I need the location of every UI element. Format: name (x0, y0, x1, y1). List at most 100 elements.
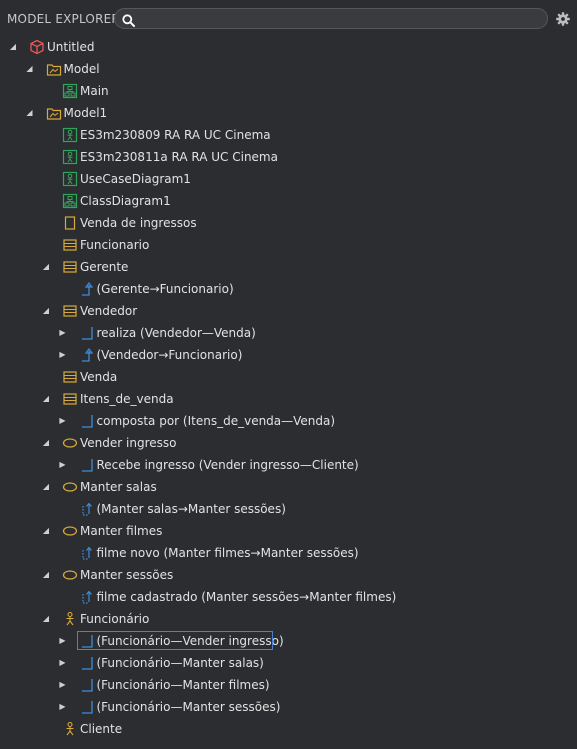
tree-item-label: composta por (Itens_de_venda—Venda) (96, 414, 336, 428)
class-icon (62, 259, 78, 275)
usecase-diagram-icon (62, 171, 78, 187)
tree-item-label: realiza (Vendedor—Venda) (96, 326, 256, 340)
tree-item[interactable]: ◢ Funcionário (0, 608, 577, 630)
expand-toggle-icon[interactable]: ▶ (57, 344, 69, 366)
expand-toggle-icon[interactable]: ▶ (57, 652, 69, 674)
dependency-icon (79, 589, 95, 605)
tree-item-label: Main (80, 84, 109, 98)
tree-item-label: ES3m230811a RA RA UC Cinema (80, 150, 278, 164)
expand-toggle-icon[interactable]: ▶ (57, 322, 69, 344)
tree-item-label: Itens_de_venda (80, 392, 174, 406)
collapse-toggle-icon[interactable]: ◢ (40, 520, 52, 542)
tree-item[interactable]: ◢ Manter filmes (0, 520, 577, 542)
collapse-toggle-icon[interactable]: ◢ (40, 476, 52, 498)
tree-item-label: Venda de ingressos (80, 216, 197, 230)
tree-item-label: UseCaseDiagram1 (80, 172, 191, 186)
tree-item[interactable]: Venda de ingressos (0, 212, 577, 234)
class-icon (62, 303, 78, 319)
tree-item[interactable]: ◢ Model (0, 58, 577, 80)
association-icon (79, 677, 95, 693)
tree-item-label: Funcionario (80, 238, 150, 252)
tree-item[interactable]: (Manter salas→Manter sessões) (0, 498, 577, 520)
tree-item-label: Cliente (80, 722, 123, 736)
tree-item[interactable]: ◢ Vender ingresso (0, 432, 577, 454)
collapse-toggle-icon[interactable]: ◢ (7, 36, 19, 58)
tree-item-label: Gerente (80, 260, 129, 274)
collapse-toggle-icon[interactable]: ◢ (24, 102, 36, 124)
expand-toggle-icon[interactable]: ▶ (57, 454, 69, 476)
tree-item-label: Vender ingresso (80, 436, 177, 450)
expand-toggle-icon[interactable]: ▶ (57, 674, 69, 696)
usecase-icon (62, 435, 78, 451)
tree-item[interactable]: (Gerente→Funcionario) (0, 278, 577, 300)
association-icon (79, 457, 95, 473)
tree-item[interactable]: ◢ Model1 (0, 102, 577, 124)
tree-item-label: Vendedor (80, 304, 138, 318)
dependency-icon (79, 545, 95, 561)
tree-item[interactable]: ▶ realiza (Vendedor—Venda) (0, 322, 577, 344)
usecase-icon (62, 567, 78, 583)
tree-item[interactable]: Funcionario (0, 234, 577, 256)
tree-item[interactable]: ClassDiagram1 (0, 190, 577, 212)
tree-item-label: ClassDiagram1 (80, 194, 171, 208)
expand-toggle-icon[interactable]: ▶ (57, 410, 69, 432)
tree-item-label: Manter salas (80, 480, 157, 494)
association-icon (79, 655, 95, 671)
tree-item[interactable]: ES3m230811a RA RA UC Cinema (0, 146, 577, 168)
actor-icon (62, 611, 78, 627)
selection-outline (76, 631, 273, 650)
tree-item-label: (Vendedor→Funcionario) (96, 348, 243, 362)
tree-item[interactable]: ▶ (Funcionário—Manter sessões) (0, 696, 577, 718)
tree-item[interactable]: ◢ Manter salas (0, 476, 577, 498)
model-icon (46, 105, 62, 121)
collapse-toggle-icon[interactable]: ◢ (40, 388, 52, 410)
tree-item[interactable]: ◢ Itens_de_venda (0, 388, 577, 410)
tree-item[interactable]: ▶ (Vendedor→Funcionario) (0, 344, 577, 366)
tree-item[interactable]: ◢ Untitled (0, 36, 577, 58)
collapse-toggle-icon[interactable]: ◢ (24, 58, 36, 80)
subject-icon (62, 215, 78, 231)
tree-item[interactable]: ◢ Manter sessões (0, 564, 577, 586)
collapse-toggle-icon[interactable]: ◢ (40, 608, 52, 630)
class-icon (62, 369, 78, 385)
tree-item[interactable]: Venda (0, 366, 577, 388)
tree-item[interactable]: ▶ (Funcionário—Manter filmes) (0, 674, 577, 696)
tree-item[interactable]: UseCaseDiagram1 (0, 168, 577, 190)
generalization-icon (79, 347, 95, 363)
class-icon (62, 237, 78, 253)
tree-item[interactable]: ▶ Recebe ingresso (Vender ingresso—Client… (0, 454, 577, 476)
search-input[interactable] (141, 10, 545, 29)
tree-item[interactable]: Main (0, 80, 577, 102)
tree-item-label: Untitled (47, 40, 95, 54)
tree-item-label: (Gerente→Funcionario) (96, 282, 234, 296)
tree-item[interactable]: ▶ (Funcionário—Vender ingresso) (0, 630, 577, 652)
model-explorer-panel: MODEL EXPLORER ◢ Untitled ◢ Model Main ◢… (0, 0, 577, 749)
tree-item[interactable]: ▶ (Funcionário—Manter salas) (0, 652, 577, 674)
tree-item[interactable]: ◢ Vendedor (0, 300, 577, 322)
tree-item-label: Funcionário (80, 612, 150, 626)
gear-icon[interactable] (556, 11, 570, 30)
tree-item[interactable]: filme cadastrado (Manter sessões→Manter … (0, 586, 577, 608)
association-icon (79, 699, 95, 715)
tree-item-label: (Funcionário—Manter sessões) (96, 700, 281, 714)
tree-item-label: (Manter salas→Manter sessões) (96, 502, 286, 516)
search-box[interactable] (114, 8, 548, 29)
collapse-toggle-icon[interactable]: ◢ (40, 300, 52, 322)
tree-item[interactable]: filme novo (Manter filmes→Manter sessões… (0, 542, 577, 564)
association-icon (79, 413, 95, 429)
expand-toggle-icon[interactable]: ▶ (57, 696, 69, 718)
tree-item[interactable]: ◢ Gerente (0, 256, 577, 278)
tree-item-label: (Funcionário—Manter filmes) (96, 678, 270, 692)
dependency-icon (79, 501, 95, 517)
collapse-toggle-icon[interactable]: ◢ (40, 256, 52, 278)
project-icon (29, 39, 45, 55)
expand-toggle-icon[interactable]: ▶ (57, 630, 69, 652)
collapse-toggle-icon[interactable]: ◢ (40, 564, 52, 586)
tree-item-label: ES3m230809 RA RA UC Cinema (80, 128, 271, 142)
tree-item-label: Venda (80, 370, 118, 384)
tree-item-label: Recebe ingresso (Vender ingresso—Cliente… (96, 458, 359, 472)
tree-item[interactable]: ES3m230809 RA RA UC Cinema (0, 124, 577, 146)
tree-item[interactable]: ▶ composta por (Itens_de_venda—Venda) (0, 410, 577, 432)
tree-item[interactable]: Cliente (0, 718, 577, 740)
collapse-toggle-icon[interactable]: ◢ (40, 432, 52, 454)
